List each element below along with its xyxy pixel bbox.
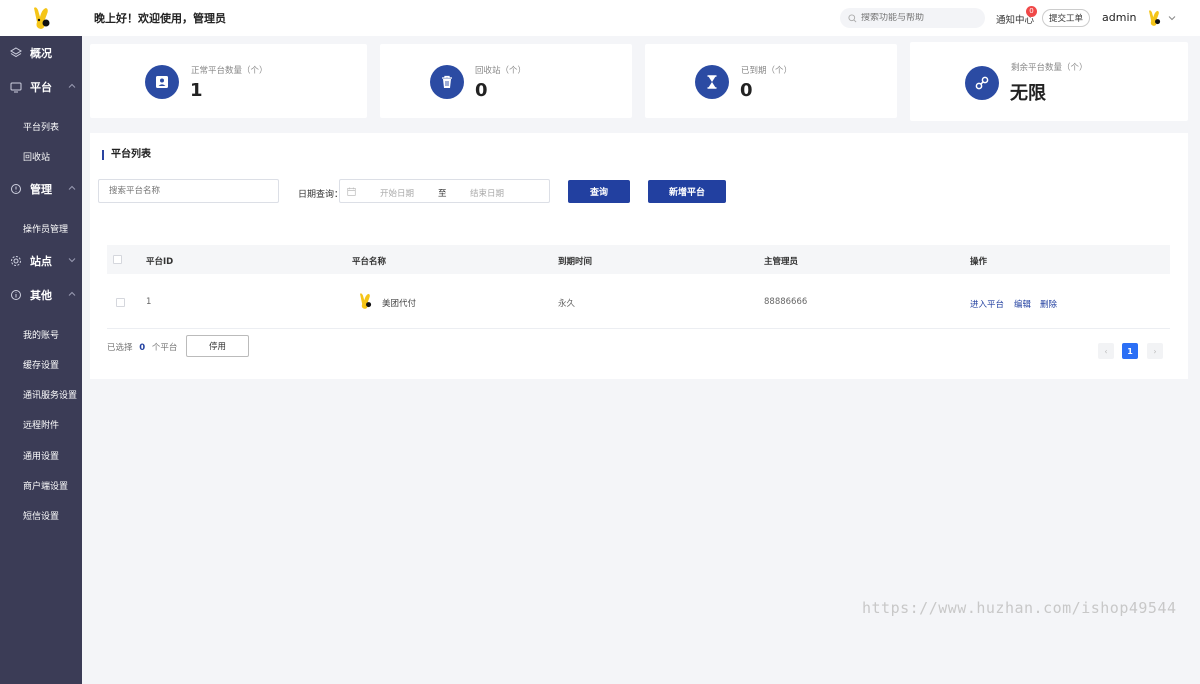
link-icon bbox=[965, 66, 999, 100]
watermark: https://www.huzhan.com/ishop49544 bbox=[862, 599, 1177, 617]
edit-link[interactable]: 编辑 bbox=[1014, 298, 1031, 310]
col-main-admin: 主管理员 bbox=[764, 257, 799, 267]
avatar[interactable] bbox=[1144, 8, 1164, 28]
next-page-button[interactable]: › bbox=[1147, 343, 1163, 359]
delete-link[interactable]: 删除 bbox=[1040, 298, 1057, 310]
start-date[interactable]: 开始日期 bbox=[380, 187, 414, 199]
logo[interactable] bbox=[0, 0, 82, 36]
platform-logo-icon bbox=[360, 293, 372, 309]
search-box[interactable] bbox=[840, 8, 985, 28]
sidebar-item-platform[interactable]: 平台 bbox=[0, 70, 82, 104]
sidebar-item-platform-list[interactable]: 平台列表 bbox=[0, 111, 82, 141]
layers-icon bbox=[10, 47, 22, 58]
platform-list-panel: 平台列表 日期查询： 开始日期 至 结束日期 查询 新增平台 平台ID 平台名称… bbox=[90, 133, 1188, 379]
sidebar-item-operator[interactable]: 操作员管理 bbox=[0, 213, 82, 243]
disable-button[interactable]: 停用 bbox=[186, 335, 249, 357]
stat-value: 1 bbox=[190, 80, 203, 101]
chevron-up-icon bbox=[68, 83, 76, 88]
trash-icon bbox=[430, 65, 464, 99]
end-date[interactable]: 结束日期 bbox=[470, 187, 504, 199]
sidebar-item-label: 其他 bbox=[30, 289, 52, 302]
cell-platform-id: 1 bbox=[146, 297, 152, 307]
chevron-up-icon bbox=[68, 185, 76, 190]
monitor-icon bbox=[10, 82, 22, 93]
sidebar-item-label: 平台 bbox=[30, 81, 52, 94]
sidebar-item-my-account[interactable]: 我的账号 bbox=[0, 319, 82, 349]
stat-label: 正常平台数量（个） bbox=[191, 66, 268, 76]
query-button[interactable]: 查询 bbox=[568, 180, 630, 203]
stat-value: 0 bbox=[475, 80, 488, 101]
stat-label: 剩余平台数量（个） bbox=[1011, 63, 1088, 73]
select-all-checkbox[interactable] bbox=[113, 255, 122, 264]
table-header: 平台ID 平台名称 到期时间 主管理员 操作 bbox=[107, 245, 1170, 274]
cell-main-admin: 88886666 bbox=[764, 297, 808, 307]
sidebar: 概况 平台 平台列表 回收站 管理 操作员管理 站点 其他 我的账号 缓存设置 … bbox=[0, 0, 82, 684]
stat-value: 无限 bbox=[1010, 83, 1046, 104]
sidebar-item-site[interactable]: 站点 bbox=[0, 244, 82, 278]
stat-card-recycle: 回收站（个） 0 bbox=[380, 44, 632, 118]
stat-card-expired: 已到期（个） 0 bbox=[645, 44, 897, 118]
sidebar-item-remote[interactable]: 远程附件 bbox=[0, 409, 82, 439]
col-actions: 操作 bbox=[970, 257, 988, 267]
chevron-down-icon[interactable] bbox=[1168, 14, 1176, 22]
notify-badge: 0 bbox=[1026, 6, 1037, 17]
col-expire-time: 到期时间 bbox=[558, 257, 593, 267]
sidebar-item-label: 概况 bbox=[30, 47, 52, 60]
selection-summary: 已选择 0 个平台 bbox=[107, 343, 178, 353]
search-icon bbox=[848, 13, 857, 22]
calendar-icon bbox=[347, 187, 356, 196]
stat-card-normal: 正常平台数量（个） 1 bbox=[90, 44, 367, 118]
chevron-up-icon bbox=[68, 291, 76, 296]
cell-expire-time: 永久 bbox=[558, 299, 576, 309]
stat-label: 回收站（个） bbox=[475, 66, 527, 76]
date-range-picker[interactable]: 开始日期 至 结束日期 bbox=[339, 179, 550, 203]
id-card-icon bbox=[145, 65, 179, 99]
date-query-label: 日期查询： bbox=[298, 190, 344, 200]
sidebar-item-comm[interactable]: 通讯服务设置 bbox=[0, 379, 82, 409]
logo-icon bbox=[34, 7, 50, 30]
cell-platform-name: 美团代付 bbox=[382, 299, 417, 309]
page-1-button[interactable]: 1 bbox=[1122, 343, 1138, 359]
sidebar-item-label: 站点 bbox=[30, 255, 52, 268]
selected-count: 0 bbox=[139, 343, 146, 353]
sidebar-item-label: 管理 bbox=[30, 183, 52, 196]
sidebar-item-other[interactable]: 其他 bbox=[0, 278, 82, 312]
date-separator: 至 bbox=[438, 189, 447, 199]
stat-card-remaining: 剩余平台数量（个） 无限 bbox=[910, 42, 1188, 121]
row-checkbox[interactable] bbox=[116, 298, 125, 307]
col-platform-id: 平台ID bbox=[146, 257, 174, 267]
sidebar-item-merchant[interactable]: 商户端设置 bbox=[0, 470, 82, 500]
table-row: 1 美团代付 永久 88886666 进入平台 编辑 删除 bbox=[107, 278, 1170, 329]
enter-platform-link[interactable]: 进入平台 bbox=[970, 298, 1004, 310]
sidebar-item-overview[interactable]: 概况 bbox=[0, 36, 82, 70]
hourglass-icon bbox=[695, 65, 729, 99]
col-platform-name: 平台名称 bbox=[352, 257, 387, 267]
shield-icon bbox=[11, 184, 21, 194]
submit-ticket-button[interactable]: 提交工单 bbox=[1042, 9, 1090, 27]
username[interactable]: admin bbox=[1102, 11, 1136, 24]
info-icon bbox=[11, 290, 21, 300]
sidebar-item-general[interactable]: 通用设置 bbox=[0, 440, 82, 470]
gear-icon bbox=[11, 256, 21, 266]
search-input[interactable] bbox=[861, 13, 981, 23]
chevron-down-icon bbox=[68, 258, 76, 263]
page-title: 平台列表 bbox=[102, 150, 151, 160]
platform-name-search-input[interactable] bbox=[98, 179, 279, 203]
top-header: 晚上好！欢迎使用，管理员 通知中心 0 提交工单 admin bbox=[82, 0, 1200, 36]
prev-page-button[interactable]: ‹ bbox=[1098, 343, 1114, 359]
stat-label: 已到期（个） bbox=[741, 66, 793, 76]
sidebar-item-recycle[interactable]: 回收站 bbox=[0, 141, 82, 171]
greeting: 晚上好！欢迎使用，管理员 bbox=[94, 12, 226, 25]
sidebar-item-sms[interactable]: 短信设置 bbox=[0, 500, 82, 530]
sidebar-item-manage[interactable]: 管理 bbox=[0, 172, 82, 206]
stat-value: 0 bbox=[740, 80, 753, 101]
add-platform-button[interactable]: 新增平台 bbox=[648, 180, 726, 203]
sidebar-item-cache[interactable]: 缓存设置 bbox=[0, 349, 82, 379]
